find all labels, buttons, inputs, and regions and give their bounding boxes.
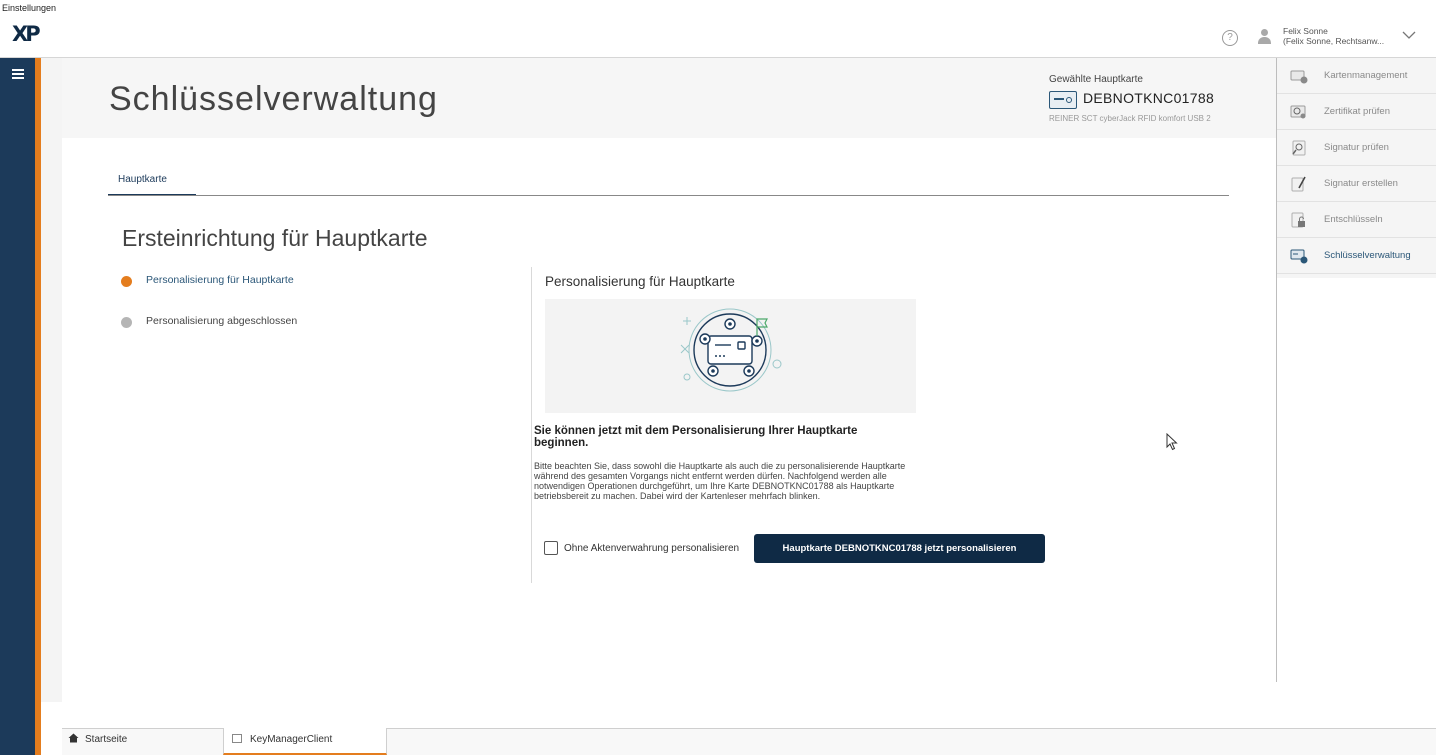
- help-icon[interactable]: ?: [1222, 30, 1238, 46]
- title-bar: Einstellungen XP ? Felix Sonne (Felix So…: [0, 0, 1436, 58]
- card-management-icon: [1290, 70, 1308, 84]
- signature-create-icon: [1291, 176, 1306, 192]
- section-title: Ersteinrichtung für Hauptkarte: [122, 225, 428, 251]
- tab-hauptkarte[interactable]: Hauptkarte: [108, 167, 196, 196]
- window-title: Einstellungen: [2, 3, 57, 13]
- chevron-down-icon[interactable]: [1402, 28, 1416, 42]
- menu-item-label: Kartenmanagement: [1324, 70, 1408, 81]
- menu-item-label: Signatur erstellen: [1324, 178, 1398, 189]
- menu-item-signatur-pruefen[interactable]: Signatur prüfen: [1277, 130, 1436, 166]
- taskbar-keymanagerclient[interactable]: KeyManagerClient: [223, 728, 387, 755]
- menu-item-label: Entschlüsseln: [1324, 214, 1383, 225]
- menu-item-signatur-erstellen[interactable]: Signatur erstellen: [1277, 166, 1436, 202]
- certificate-icon: [1290, 105, 1306, 119]
- info-body: Bitte beachten Sie, dass sowohl die Haup…: [534, 461, 906, 501]
- menu-item-label: Zertifikat prüfen: [1324, 106, 1390, 117]
- rail-gutter: [41, 58, 62, 702]
- key-management-icon: [1290, 249, 1308, 264]
- selected-card-id: DEBNOTKNC01788: [1083, 90, 1215, 106]
- personalize-button[interactable]: Hauptkarte DEBNOTKNC01788 jetzt personal…: [754, 534, 1045, 563]
- no-file-storage-checkbox[interactable]: [544, 541, 558, 555]
- menu-item-label: Schlüsselverwaltung: [1324, 250, 1411, 261]
- taskbar-startseite[interactable]: Startseite: [68, 733, 127, 745]
- step-pending-dot: [121, 317, 132, 328]
- taskbar-label: KeyManagerClient: [250, 734, 333, 745]
- window-icon: [232, 734, 242, 743]
- content-title: Personalisierung für Hauptkarte: [545, 274, 735, 289]
- menu-item-entschluesseln[interactable]: Entschlüsseln: [1277, 202, 1436, 238]
- menu-item-kartenmanagement[interactable]: Kartenmanagement: [1277, 58, 1436, 94]
- tab-underline: [108, 195, 1229, 196]
- taskbar-label: Startseite: [85, 734, 128, 745]
- home-icon: [68, 733, 79, 743]
- checkbox-label[interactable]: Ohne Aktenverwahrung personalisieren: [564, 543, 739, 554]
- user-info[interactable]: Felix Sonne (Felix Sonne, Rechtsanw...: [1283, 26, 1384, 46]
- step-label: Personalisierung abgeschlossen: [146, 315, 298, 327]
- app-window: Einstellungen XP ? Felix Sonne (Felix So…: [0, 0, 1436, 755]
- signature-check-icon: [1292, 140, 1306, 156]
- page-title: Schlüsselverwaltung: [109, 80, 438, 118]
- menu-item-zertifikat-pruefen[interactable]: Zertifikat prüfen: [1277, 94, 1436, 130]
- user-detail: (Felix Sonne, Rechtsanw...: [1283, 36, 1385, 46]
- menu-item-label: Signatur prüfen: [1324, 142, 1389, 153]
- user-name: Felix Sonne: [1283, 26, 1328, 36]
- user-icon[interactable]: [1257, 29, 1271, 45]
- card-reader-name: REINER SCT cyberJack RFID komfort USB 2: [1049, 114, 1211, 123]
- side-rail: [0, 58, 35, 755]
- personalization-illustration: [680, 308, 782, 392]
- selected-card-label: Gewählte Hauptkarte: [1049, 74, 1143, 85]
- content-divider: [531, 267, 532, 583]
- step-active-dot: [121, 276, 132, 287]
- app-logo: XP: [12, 22, 41, 46]
- step-label: Personalisierung für Hauptkarte: [146, 274, 294, 286]
- menu-item-schluesselverwaltung[interactable]: Schlüsselverwaltung: [1277, 238, 1436, 274]
- mouse-cursor-icon: [1166, 433, 1178, 451]
- decrypt-icon: [1291, 212, 1305, 228]
- card-illustration: [545, 299, 916, 413]
- menu-icon[interactable]: [12, 69, 24, 79]
- smartcard-icon: [1049, 91, 1077, 109]
- info-heading: Sie können jetzt mit dem Personalisierun…: [534, 425, 858, 449]
